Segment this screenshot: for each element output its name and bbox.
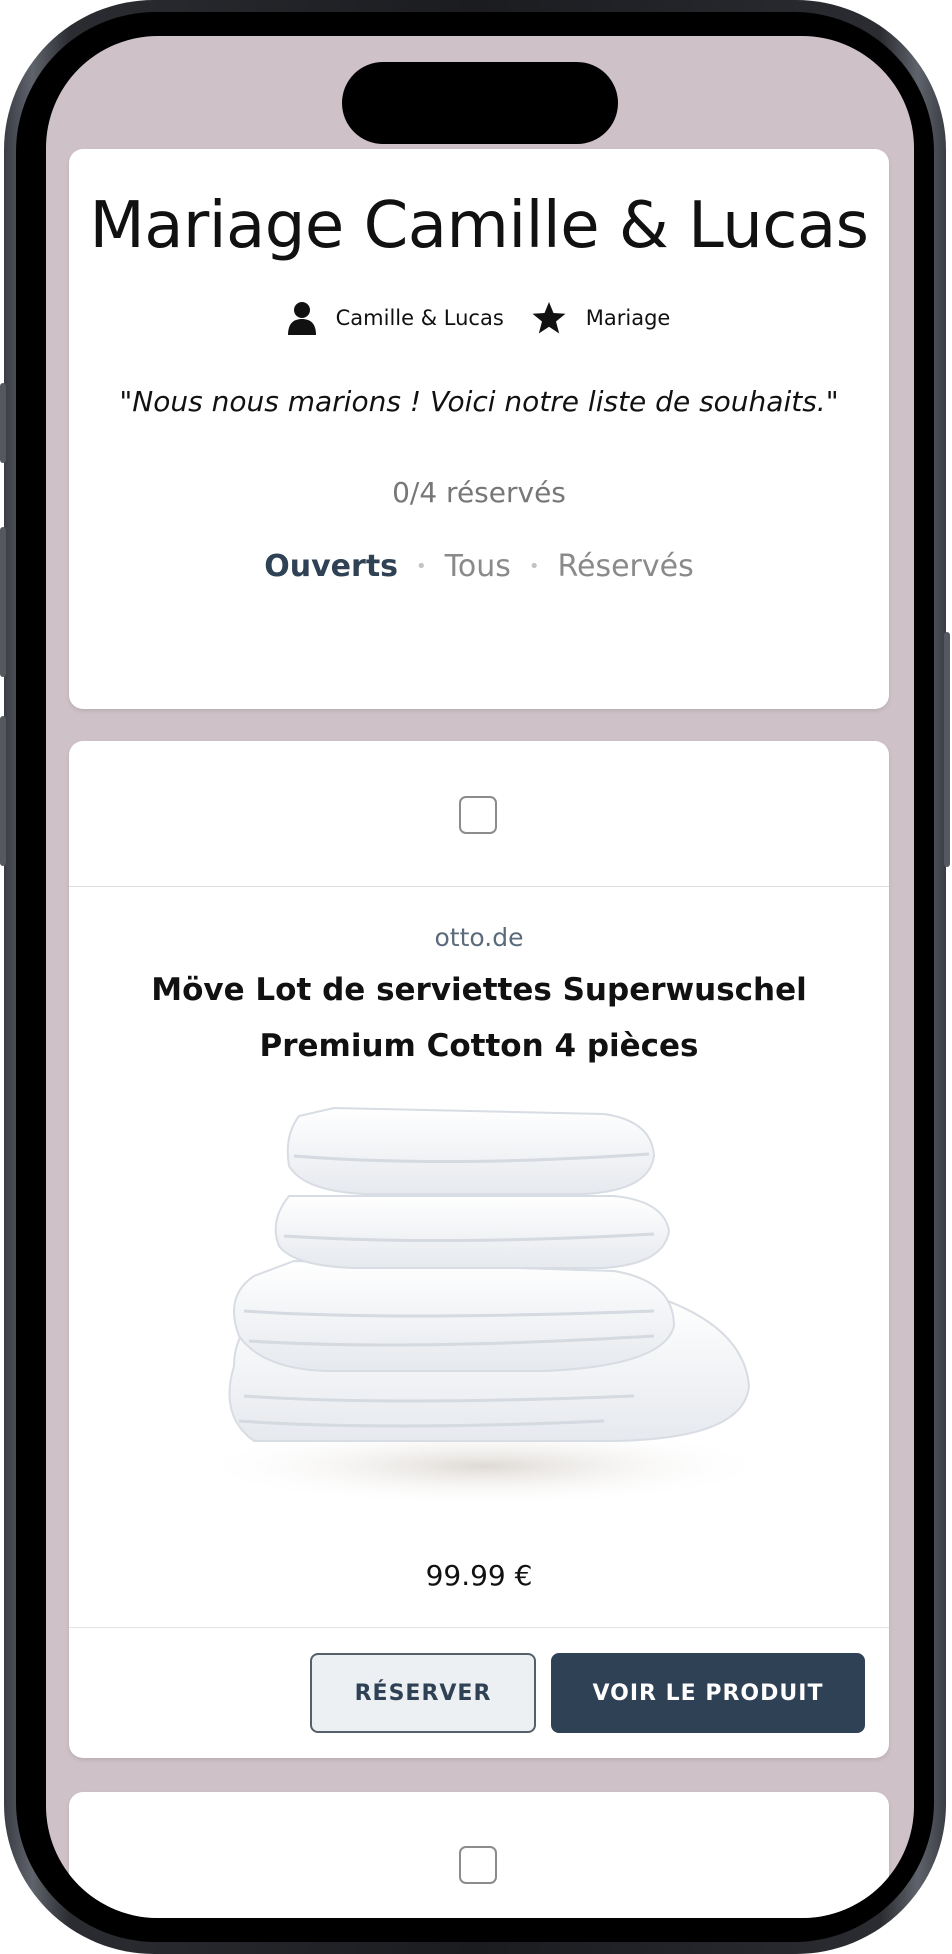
view-product-button[interactable]: VOIR LE PRODUIT	[551, 1653, 865, 1733]
phone-side-button	[0, 383, 6, 463]
filter-tabs: Ouverts • Tous • Réservés	[69, 549, 889, 584]
occasion-info: Mariage	[532, 302, 671, 334]
phone-side-button	[944, 632, 950, 867]
product-card-next	[69, 1792, 889, 1918]
filter-all[interactable]: Tous	[437, 549, 519, 584]
product-card: otto.de Möve Lot de serviettes Superwusc…	[69, 741, 889, 1758]
phone-frame: Mariage Camille & Lucas Camille & Lucas	[0, 0, 950, 1954]
wishlist-meta: Camille & Lucas Mariage	[69, 301, 889, 335]
phone-side-button	[0, 527, 6, 677]
product-price: 99.99 €	[425, 1559, 533, 1592]
product-title: Möve Lot de serviettes Superwuschel Prem…	[151, 972, 807, 1064]
filter-open[interactable]: Ouverts	[256, 549, 406, 584]
page-title: Mariage Camille & Lucas	[89, 189, 870, 263]
separator-dot: •	[528, 556, 540, 577]
star-icon	[532, 302, 566, 334]
owner-info: Camille & Lucas	[287, 301, 504, 335]
occasion-label: Mariage	[585, 306, 671, 330]
dynamic-island	[342, 62, 618, 144]
owner-name: Camille & Lucas	[335, 306, 504, 330]
screen: Mariage Camille & Lucas Camille & Lucas	[46, 36, 914, 1918]
wishlist-header-card: Mariage Camille & Lucas Camille & Lucas	[69, 149, 889, 709]
select-checkbox[interactable]	[459, 796, 497, 834]
select-checkbox[interactable]	[459, 1846, 497, 1884]
wishlist-description: "Nous nous marions ! Voici notre liste d…	[119, 385, 839, 418]
product-image	[184, 1096, 774, 1506]
select-area	[69, 741, 889, 887]
phone-side-button	[0, 716, 6, 866]
filter-reserved[interactable]: Réservés	[550, 549, 702, 584]
reservation-progress: 0/4 réservés	[392, 476, 566, 509]
reserve-button[interactable]: RÉSERVER	[310, 1653, 536, 1733]
product-domain[interactable]: otto.de	[69, 923, 889, 952]
person-icon	[287, 301, 316, 335]
product-actions: RÉSERVER VOIR LE PRODUIT	[69, 1627, 889, 1758]
separator-dot: •	[416, 556, 427, 577]
